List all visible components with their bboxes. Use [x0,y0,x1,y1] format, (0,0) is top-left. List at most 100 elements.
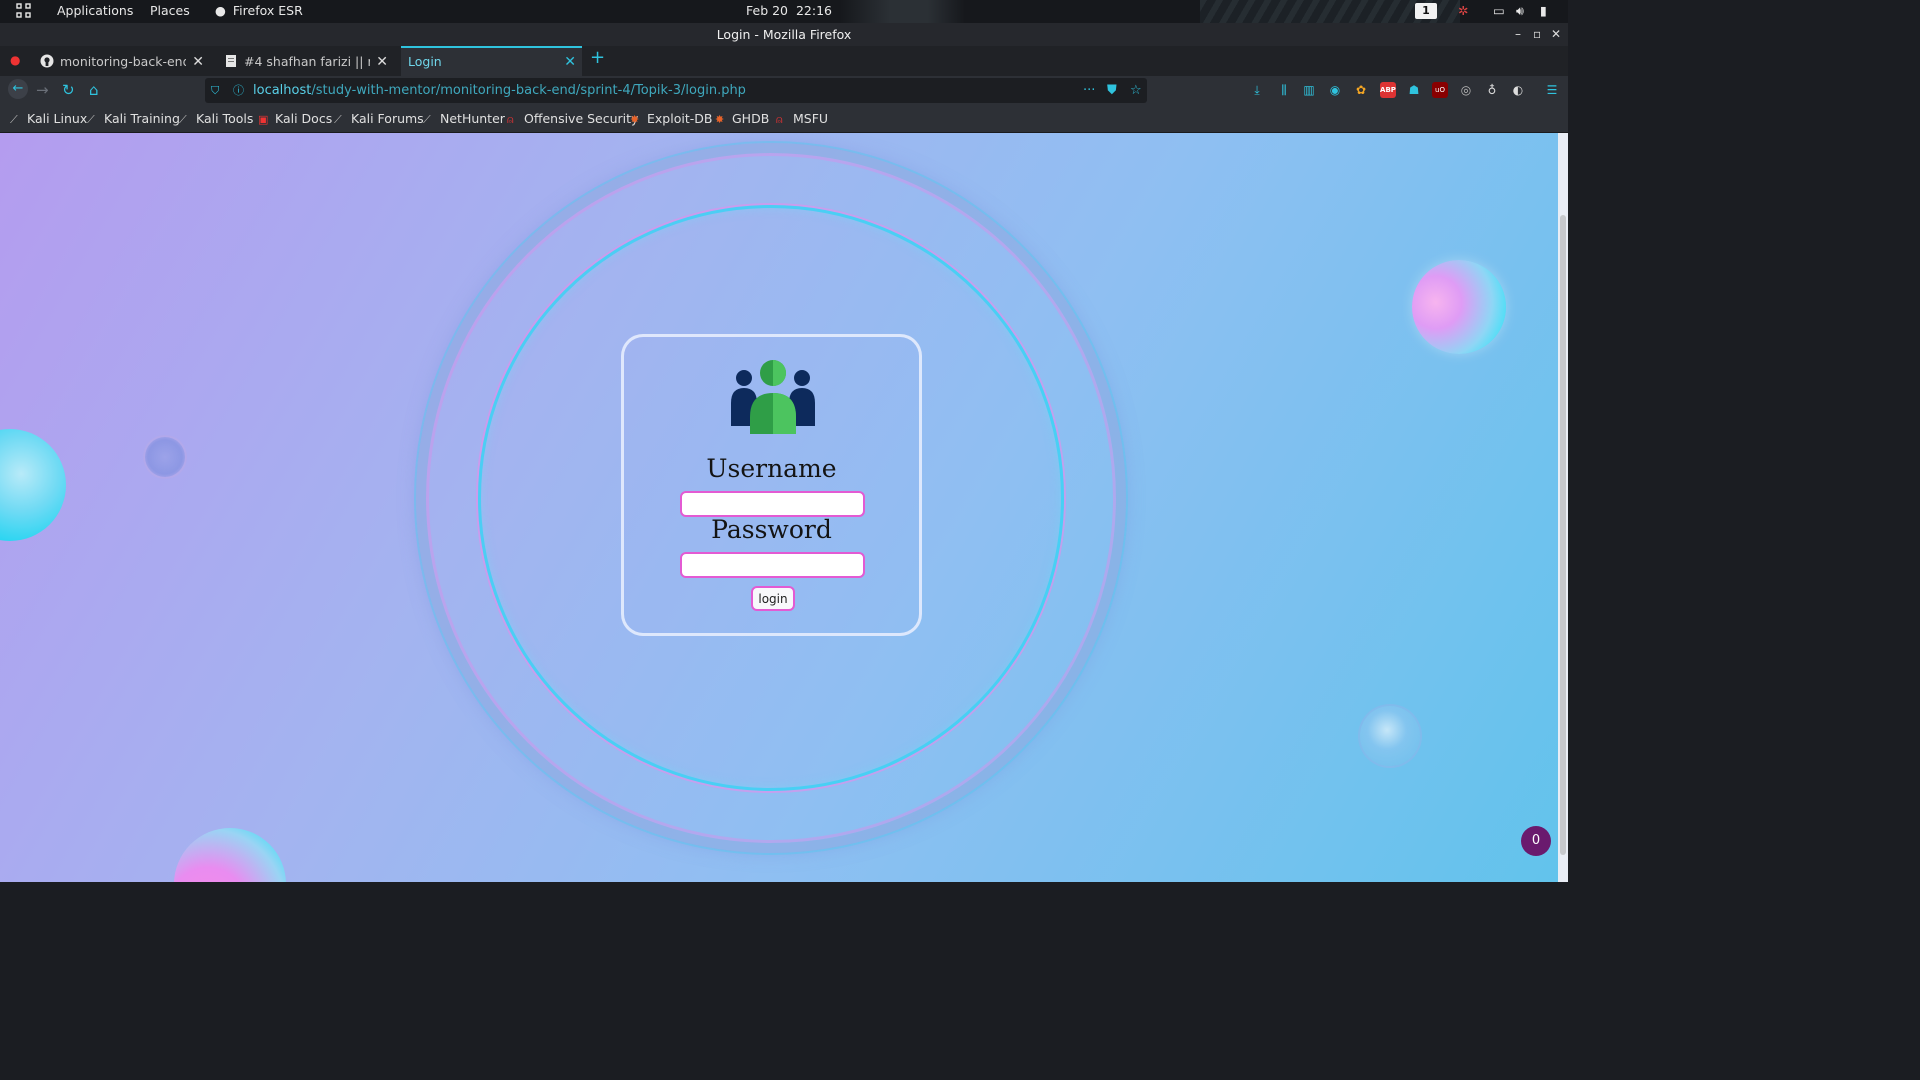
pocket-icon[interactable]: ⛊ [1107,78,1117,103]
applications-menu[interactable]: Applications [57,3,133,18]
password-input[interactable] [680,552,865,578]
bookmark-kali-training[interactable]: ⟋ Kali Training [87,111,180,127]
login-page: Username Password login 0 [0,133,1558,882]
decorative-bubble [1358,704,1422,768]
tab-gitlab-issue[interactable]: #4 shafhan farizi || monitoring ✕ [222,48,394,76]
tab-label: #4 shafhan farizi || monitoring [244,54,370,69]
bookmark-label: MSFU [793,111,829,126]
minimize-icon[interactable]: – [1515,23,1521,46]
tracking-shield-icon[interactable]: ⛉ [211,78,219,103]
kali-icon: ⟋ [334,113,342,126]
display-icon[interactable]: ▭ [1493,3,1505,18]
system-top-bar: Applications Places ● Firefox ESR Feb 20… [0,0,1568,23]
url-path: /study-with-mentor/monitoring-back-end/s… [311,83,746,98]
bookmark-kali-forums[interactable]: ⟋ Kali Forums [334,111,424,127]
extension-ghost-icon[interactable]: ☗ [1406,82,1422,98]
clock-time: 22:16 [795,3,832,18]
kali-icon: ⟋ [179,113,187,126]
bookmark-star-icon[interactable]: ☆ [1130,78,1142,103]
battery-icon[interactable]: ▮ [1540,3,1547,18]
tab-login[interactable]: Login ✕ [401,46,582,76]
firefox-app-label: Firefox ESR [232,3,303,18]
back-icon[interactable]: ← [8,79,28,99]
extension-mask-icon[interactable]: ◎ [1458,82,1474,98]
url-text: localhost/study-with-mentor/monitoring-b… [253,78,746,103]
bookmark-label: Kali Docs [275,111,333,126]
offsec-icon: ⍝ [776,113,783,126]
forward-icon[interactable]: → [36,81,49,99]
bookmark-label: Kali Forums [351,111,424,126]
app-grid-icon[interactable] [16,3,31,21]
scrollbar-thumb[interactable] [1560,215,1566,855]
kali-icon: ⟋ [423,113,431,126]
close-tab-icon[interactable]: ✕ [564,49,576,75]
bookmark-label: GHDB [732,111,770,126]
site-info-icon[interactable]: ⓘ [233,78,244,103]
login-button[interactable]: login [751,586,795,611]
firefox-app-menu[interactable]: ● Firefox ESR [215,3,303,18]
bookmark-kali-docs[interactable]: ▣ Kali Docs [258,111,332,126]
bookmark-kali-linux[interactable]: ⟋ Kali Linux [10,111,87,127]
offsec-icon: ⍝ [507,113,514,126]
library-icon[interactable]: ⫼ [1276,82,1292,98]
decorative-bubble [1412,260,1506,354]
navigation-toolbar: ← → ↻ ⌂ ⛉ ⓘ localhost/study-with-mentor/… [0,76,1568,105]
window-title: Login - Mozilla Firefox [716,27,852,42]
decorative-bubble [174,828,286,882]
bookmark-ghdb[interactable]: ✸ GHDB [715,111,769,126]
url-host: localhost [253,83,312,98]
bookmark-label: Offensive Security [524,111,639,126]
url-bar[interactable]: ⛉ ⓘ localhost/study-with-mentor/monitori… [205,78,1147,103]
bookmark-nethunter[interactable]: ⟋ NetHunter [423,111,505,127]
tab-label: monitoring-back-end/sprint-4 [60,54,186,69]
bookmark-msfu[interactable]: ⍝ MSFU [776,111,828,127]
github-icon [40,54,54,68]
new-tab-button[interactable]: + [590,47,605,68]
topbar-decoration [840,0,965,23]
maximize-icon[interactable]: ▫ [1533,23,1541,46]
counter-badge[interactable]: 0 [1521,826,1551,856]
extension-dark-icon[interactable]: ◐ [1510,82,1526,98]
user-group-icon [731,360,815,434]
decorative-bubble [0,429,66,541]
window-title-bar: Login - Mozilla Firefox – ▫ ✕ [0,23,1568,46]
bookmark-exploit-db[interactable]: ✸ Exploit-DB [630,111,712,126]
menu-hamburger-icon[interactable]: ☰ [1544,82,1560,98]
username-label: Username [706,454,837,483]
volume-icon[interactable]: 🔊︎ [1516,3,1524,19]
close-tab-icon[interactable]: ✕ [192,49,204,75]
username-input[interactable] [680,491,865,517]
decorative-bubble [143,435,187,479]
close-window-icon[interactable]: ✕ [1551,23,1561,46]
firefox-icon: ● [215,3,226,18]
account-icon[interactable]: ◉ [1327,82,1343,98]
kali-docs-icon: ▣ [258,113,269,126]
page-actions-icon[interactable]: ··· [1083,78,1095,103]
home-icon[interactable]: ⌂ [89,81,99,99]
password-label: Password [711,515,832,544]
recording-indicator-icon: ● [10,53,21,67]
adblock-plus-icon[interactable]: ABP [1380,82,1396,98]
kali-icon: ⟋ [87,113,95,126]
bookmark-label: Kali Linux [27,111,88,126]
bookmark-label: Exploit-DB [647,111,713,126]
bookmark-label: Kali Training [104,111,180,126]
tab-strip: ● monitoring-back-end/sprint-4 ✕ #4 shaf… [0,46,1568,76]
ublock-origin-icon[interactable]: uO [1432,82,1448,98]
sidebar-icon[interactable]: ▥ [1301,82,1317,98]
close-tab-icon[interactable]: ✕ [376,49,388,75]
notification-icon[interactable]: ✲ [1458,3,1468,18]
bookmark-label: NetHunter [440,111,505,126]
places-menu[interactable]: Places [150,3,190,18]
tab-github[interactable]: monitoring-back-end/sprint-4 ✕ [38,48,210,76]
document-icon [226,55,236,67]
reload-icon[interactable]: ↻ [62,81,75,99]
exploitdb-icon: ✸ [715,113,725,126]
workspace-indicator[interactable]: 1 [1415,3,1437,19]
downloads-icon[interactable]: ⤓ [1249,82,1265,98]
extension-lightbulb-icon[interactable]: ♁ [1484,82,1500,98]
extension-colorful-icon[interactable]: ✿ [1353,82,1369,98]
bookmark-kali-tools[interactable]: ⟋ Kali Tools [179,111,253,127]
clock[interactable]: Feb 20 22:16 [746,3,832,18]
bookmark-offensive-security[interactable]: ⍝ Offensive Security [507,111,638,127]
